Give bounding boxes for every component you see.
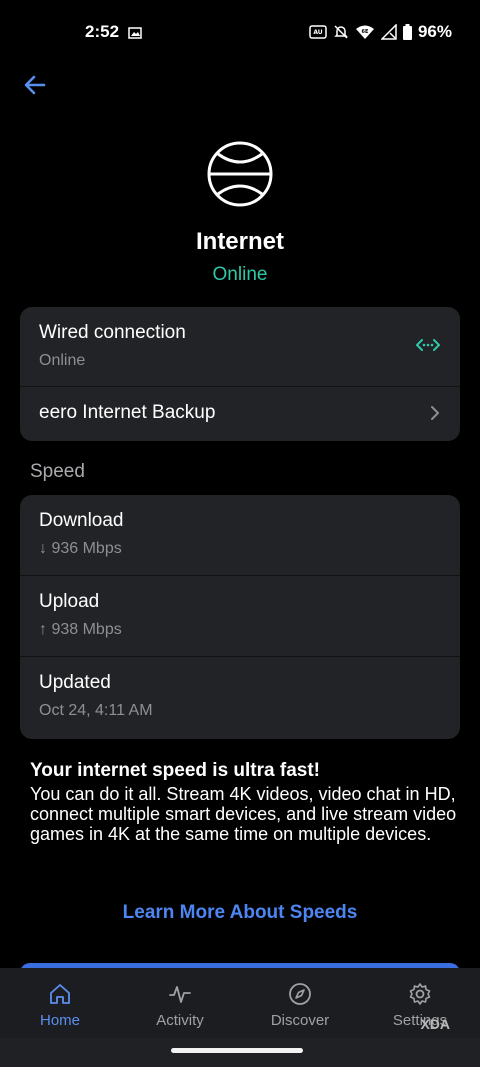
download-title: Download: [39, 510, 124, 531]
download-row: Download ↓ 936 Mbps: [20, 495, 460, 576]
nav-activity-label: Activity: [156, 1012, 204, 1029]
learn-more-link[interactable]: Learn More About Speeds: [0, 902, 480, 924]
arrow-left-icon: [24, 75, 46, 95]
upload-title: Upload: [39, 591, 100, 612]
auto-brightness-icon: AU: [309, 24, 327, 40]
wired-connection-title: Wired connection: [39, 322, 186, 343]
status-time: 2:52: [85, 22, 120, 41]
speed-card: Download ↓ 936 Mbps Upload ↑ 938 Mbps Up…: [20, 495, 460, 739]
home-icon: [50, 984, 70, 1004]
compass-icon: [289, 983, 311, 1005]
connection-status: Online: [212, 264, 268, 285]
globe-icon: [206, 140, 274, 208]
cell-signal-icon: [380, 24, 397, 40]
ethernet-link-icon: [416, 337, 440, 358]
nav-home[interactable]: Home: [0, 968, 120, 1038]
internet-backup-row[interactable]: eero Internet Backup: [20, 387, 460, 441]
chevron-right-icon: [430, 405, 440, 426]
back-button[interactable]: [22, 72, 48, 98]
connection-card: Wired connection Online eero Internet Ba…: [20, 307, 460, 441]
nav-discover-label: Discover: [270, 1012, 330, 1029]
gallery-notification-icon: [128, 26, 142, 44]
bottom-nav: Home Activity Discover Settings: [0, 968, 480, 1038]
wifi-6e-icon: 6E: [355, 24, 375, 40]
mute-bell-icon: [333, 24, 349, 40]
page-title: Internet: [195, 228, 284, 255]
gear-icon: [409, 983, 431, 1005]
battery-icon: [402, 24, 412, 40]
updated-value: Oct 24, 4:11 AM: [39, 702, 153, 719]
status-icons: AU 6E 96%: [309, 22, 452, 42]
upload-row: Upload ↑ 938 Mbps: [20, 576, 460, 657]
battery-percent: 96%: [417, 22, 452, 41]
svg-text:AU: AU: [313, 29, 322, 36]
activity-icon: [169, 986, 191, 1003]
home-gesture-bar[interactable]: [171, 1048, 303, 1053]
internet-backup-title: eero Internet Backup: [39, 402, 216, 423]
nav-activity[interactable]: Activity: [120, 968, 240, 1038]
speed-section-label: Speed: [30, 461, 85, 482]
speed-info-title: Your internet speed is ultra fast!: [30, 760, 320, 781]
system-nav-bar: [0, 1038, 480, 1067]
upload-value: ↑ 938 Mbps: [39, 621, 122, 638]
wired-connection-status: Online: [39, 352, 86, 369]
nav-discover[interactable]: Discover: [240, 968, 360, 1038]
download-value: ↓ 936 Mbps: [39, 540, 122, 557]
watermark-logo: XDA: [420, 1016, 450, 1032]
svg-text:6E: 6E: [362, 29, 369, 35]
wired-connection-row[interactable]: Wired connection Online: [20, 307, 460, 387]
status-bar: 2:52 AU 6E 96%: [0, 0, 480, 66]
nav-home-label: Home: [39, 1012, 80, 1029]
updated-row: Updated Oct 24, 4:11 AM: [20, 657, 460, 738]
updated-title: Updated: [39, 672, 111, 693]
speed-info-body: You can do it all. Stream 4K videos, vid…: [30, 784, 457, 844]
